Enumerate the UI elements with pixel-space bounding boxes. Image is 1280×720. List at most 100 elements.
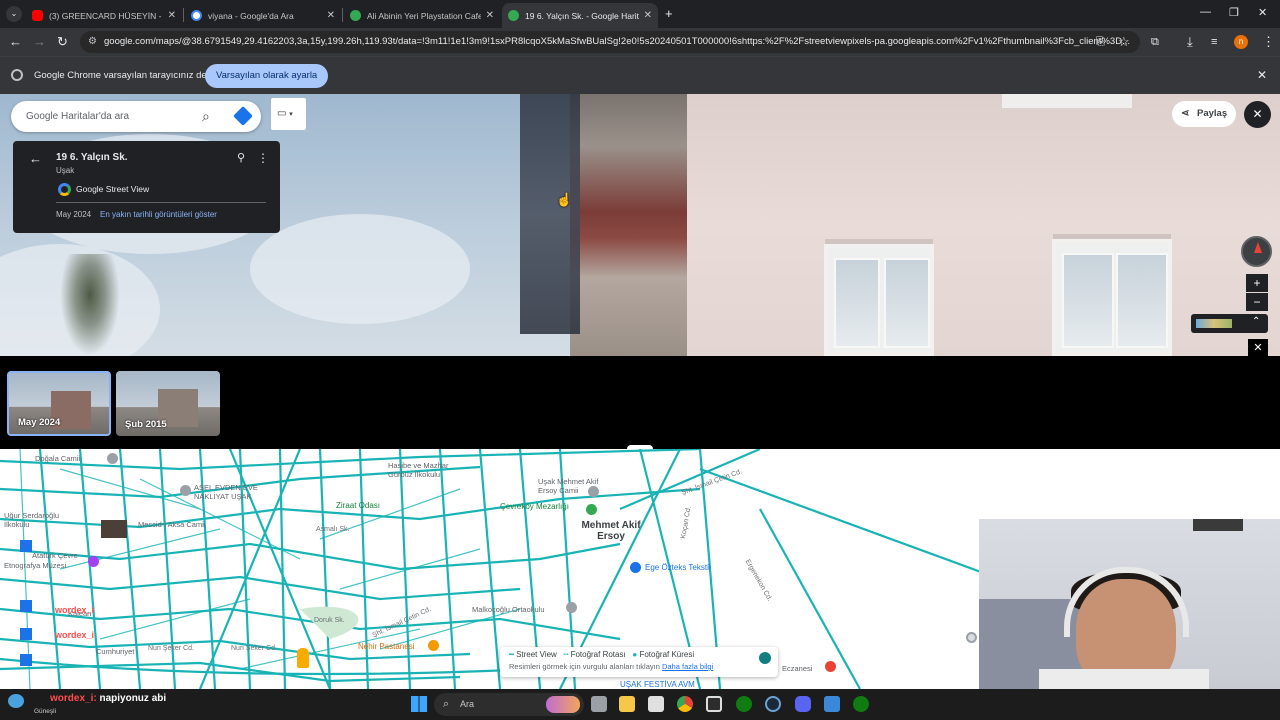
weather-text: Güneşli (34, 708, 57, 715)
compass-icon[interactable] (1241, 236, 1272, 267)
windows-start-icon[interactable] (411, 696, 427, 712)
steam-icon[interactable] (765, 696, 781, 712)
tab-search-button[interactable]: ⌄ (6, 6, 22, 22)
scroll-handle-icon[interactable] (966, 632, 977, 643)
thumbnail-toggle[interactable]: ⌃ (1191, 314, 1268, 333)
road-label: Doruk Sk. (314, 617, 345, 624)
tab-title: viyana - Google'da Ara (208, 10, 294, 21)
search-icon[interactable]: ⌕ (202, 101, 210, 132)
map-label: Uşak Mehmet Akif Ersoy Camii (538, 477, 599, 495)
map-label: Malkoçoğlu Ortaokulu (472, 605, 545, 614)
site-info-icon[interactable]: ⚙ (88, 31, 97, 53)
discord-icon[interactable] (795, 696, 811, 712)
app-icon[interactable] (706, 696, 722, 712)
coverage-toggle[interactable] (759, 652, 771, 664)
reload-icon[interactable]: ↻ (57, 34, 68, 50)
minimize-icon[interactable]: — (1200, 6, 1211, 18)
search-input[interactable]: Google Haritalar'da ara ⌕ (11, 101, 261, 132)
xbox-icon[interactable] (736, 696, 752, 712)
close-tab-icon[interactable]: ✕ (486, 10, 494, 21)
cemetery-icon (586, 504, 597, 515)
close-filmstrip-icon[interactable]: ✕ (1248, 339, 1268, 357)
mosque-icon (107, 453, 118, 464)
store-icon[interactable] (648, 696, 664, 712)
filmstrip-thumb-feb-2015[interactable]: Şub 2015 (116, 371, 220, 436)
zoom-in-button[interactable]: + (1246, 274, 1268, 292)
install-icon[interactable]: ⎘ (1096, 34, 1105, 50)
profile-avatar[interactable]: n (1234, 35, 1248, 49)
menu-icon[interactable]: ⋮ (1262, 34, 1275, 50)
address-bar[interactable]: ⚙ google.com/maps/@38.6791549,29.4162203… (80, 31, 1140, 53)
tab-google-search[interactable]: viyana - Google'da Ara ✕ (185, 3, 341, 28)
directions-icon[interactable] (233, 106, 253, 126)
pegman-icon[interactable] (297, 648, 309, 668)
webcam-overlay (979, 519, 1280, 689)
stream-overlay-panel: wordex_i wordex_i (0, 520, 150, 680)
windows-taskbar: Güneşli ⌕ Ara (0, 689, 1280, 720)
time-travel-filmstrip: May 2024 Şub 2015 (0, 356, 1280, 449)
tab-title: Ali Abinin Yeri Playstation Cafe (367, 10, 481, 21)
twitch-icon (20, 654, 32, 666)
close-tab-icon[interactable]: ✕ (327, 10, 335, 21)
tab-youtube[interactable]: (3) GREENCARD HÜSEYİN - YouTube ✕ (26, 3, 182, 28)
history-link[interactable]: En yakın tarihli görüntüleri göster (100, 210, 217, 219)
taskbar-search-placeholder: Ara (460, 699, 475, 709)
media-icon[interactable]: ≡ (1211, 34, 1217, 50)
map-label: Nehir Pastanesi (358, 642, 415, 651)
close-street-view-button[interactable]: ✕ (1244, 101, 1271, 128)
twitch-icon (20, 628, 32, 640)
new-tab-button[interactable]: + (665, 6, 673, 21)
restore-icon[interactable]: ❐ (1229, 6, 1239, 19)
close-window-icon[interactable]: ✕ (1258, 6, 1267, 19)
back-icon[interactable]: ← (9, 34, 22, 50)
forward-icon[interactable]: → (33, 34, 46, 50)
chat-text: napiyonuz abi (99, 693, 167, 704)
tab-strip: ⌄ (3) GREENCARD HÜSEYİN - YouTube ✕ viya… (0, 0, 1280, 28)
layers-button[interactable]: ▭ ▾ (271, 98, 306, 130)
cursor-icon: ☝ (556, 192, 573, 207)
close-infobar-icon[interactable]: ✕ (1257, 68, 1267, 82)
chat-message: wordex_i: napiyonuz abi (10, 693, 166, 704)
task-view-icon[interactable] (591, 696, 607, 712)
download-icon[interactable]: ⤓ (1187, 34, 1193, 50)
tab-ali-abinin[interactable]: Ali Abinin Yeri Playstation Cafe ✕ (344, 3, 500, 28)
window-top (1002, 94, 1132, 108)
more-options-icon[interactable]: ⋮ (257, 151, 269, 165)
overlay-avatar (101, 520, 127, 538)
map-label: Eczanesi (782, 664, 813, 673)
location-pin-icon[interactable]: ⚲ (237, 151, 245, 164)
close-tab-icon[interactable]: ✕ (644, 10, 652, 21)
place-subtitle: Uşak (56, 166, 75, 175)
tab-google-maps[interactable]: 19 6. Yalçın Sk. - Google Haritalar ✕ (502, 3, 658, 28)
tree (60, 254, 120, 356)
xbox-app-icon[interactable] (853, 696, 869, 712)
thumb-label: Şub 2015 (125, 419, 167, 430)
tab-title: 19 6. Yalçın Sk. - Google Haritalar (525, 10, 639, 21)
bookmark-star-icon[interactable]: ☆ (1118, 34, 1130, 50)
legend-street-view: Street View (516, 650, 557, 659)
taskbar-search[interactable]: ⌕ Ara (434, 693, 584, 716)
extensions-icon[interactable]: ⧉ (1151, 34, 1159, 50)
keyboard-icon: ▭ (277, 108, 287, 119)
back-arrow-icon[interactable]: ← (29, 151, 42, 166)
close-tab-icon[interactable]: ✕ (168, 10, 176, 21)
wall-picture (1193, 519, 1243, 531)
balcony (570, 94, 688, 356)
filmstrip-thumb-may-2024[interactable]: May 2024 (7, 371, 111, 436)
tab-divider (183, 8, 184, 22)
photos-icon[interactable] (824, 696, 840, 712)
tab-title: (3) GREENCARD HÜSEYİN - YouTube (49, 10, 163, 21)
share-button[interactable]: ⋖ Paylaş (1172, 101, 1236, 127)
set-default-button[interactable]: Varsayılan olarak ayarla (205, 64, 329, 88)
infobar-message: Google Chrome varsayılan tarayıcınız değ… (34, 70, 217, 81)
legend-photo-route: Fotoğraf Rotası (570, 650, 626, 659)
file-explorer-icon[interactable] (619, 696, 635, 712)
window (824, 244, 934, 356)
chrome-icon[interactable] (677, 696, 693, 712)
tab-divider (342, 8, 343, 22)
streamer-shirt (1039, 669, 1209, 689)
zoom-out-button[interactable]: − (1246, 293, 1268, 311)
expand-up-icon: ⌃ (1252, 316, 1261, 327)
chrome-icon (11, 69, 23, 81)
more-info-link[interactable]: Daha fazla bilgi (662, 662, 713, 671)
